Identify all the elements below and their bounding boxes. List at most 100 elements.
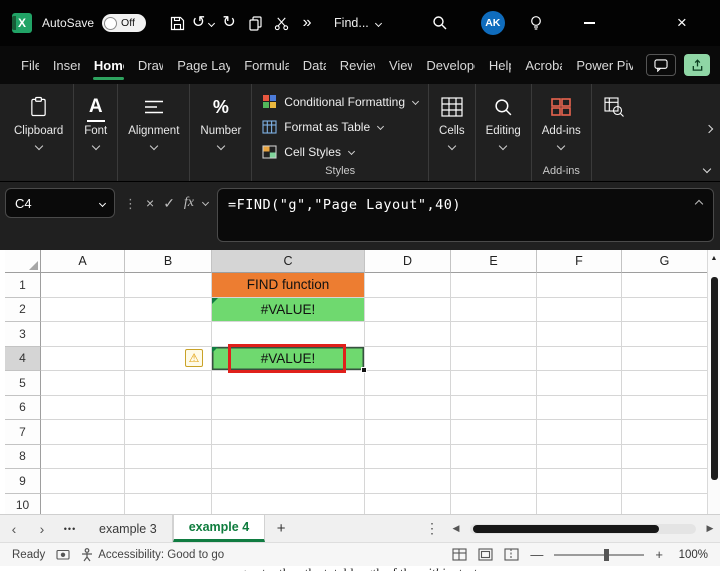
new-sheet-button[interactable]: + [265,515,297,542]
formula-input[interactable]: =FIND("g","Page Layout",40) [217,188,714,242]
close-button[interactable]: × [669,8,695,38]
cell-C4[interactable]: #VALUE! [212,343,367,373]
scroll-up-icon[interactable]: ▲ [711,255,718,262]
account-avatar[interactable]: AK [480,11,505,35]
cell-E4[interactable] [451,346,537,371]
row-header-1[interactable]: 1 [5,273,41,298]
cell-B7[interactable] [125,420,212,445]
tell-me-button[interactable] [523,8,549,38]
ribbon-group-cells[interactable]: Cells [429,84,476,181]
row-header-7[interactable]: 7 [5,420,41,445]
share-button[interactable] [684,54,710,76]
horizontal-scrollbar[interactable] [470,523,696,534]
fill-handle[interactable] [361,367,367,373]
row-header-5[interactable]: 5 [5,371,41,396]
cut-button[interactable] [268,8,294,38]
cell-F6[interactable] [537,395,622,420]
zoom-out-button[interactable]: — [530,547,543,562]
cell-E6[interactable] [451,395,537,420]
menu-tab-data[interactable]: Data [302,49,326,82]
cell-A8[interactable] [41,444,125,469]
zoom-slider-thumb[interactable] [603,548,609,561]
macro-record-button[interactable] [56,548,70,561]
cell-E1[interactable] [451,273,537,298]
undo-button[interactable]: ↺ [190,8,216,38]
menu-tab-page-layout[interactable]: Page Layout [176,49,230,82]
cell-F8[interactable] [537,444,622,469]
cell-D6[interactable] [365,395,451,420]
error-warning-icon[interactable]: ⚠ [185,349,203,368]
cell-D4[interactable] [365,346,451,371]
cell-D10[interactable] [365,493,451,514]
insert-function-button[interactable]: fx [184,195,194,211]
autosave-toggle[interactable]: Off [102,14,147,32]
cell-C3[interactable] [212,322,365,347]
cell-B5[interactable] [125,371,212,396]
cell-F4[interactable] [537,346,622,371]
cell-E7[interactable] [451,420,537,445]
accessibility-status[interactable]: Accessibility: Good to go [81,547,224,562]
column-header-B[interactable]: B [125,250,212,273]
cell-B3[interactable] [125,322,212,347]
cell-G2[interactable] [622,297,708,322]
cell-C2[interactable]: #VALUE! [212,297,365,322]
cell-A10[interactable] [41,493,125,514]
zoom-level[interactable]: 100% [674,549,708,561]
cell-B6[interactable] [125,395,212,420]
cell-A4[interactable] [41,346,125,371]
all-sheets-button[interactable]: ••• [56,515,84,542]
cell-E2[interactable] [451,297,537,322]
cell-E10[interactable] [451,493,537,514]
cell-D9[interactable] [365,469,451,494]
cell-C10[interactable] [212,493,365,514]
column-header-F[interactable]: F [537,250,622,273]
column-header-D[interactable]: D [365,250,451,273]
cell-C1[interactable]: FIND function [212,273,365,298]
cell-A2[interactable] [41,297,125,322]
menu-tab-acrobat[interactable]: Acrobat [524,49,562,82]
comments-button[interactable] [646,54,676,76]
cell-E5[interactable] [451,371,537,396]
ribbon-group-analyze[interactable] [592,84,636,181]
menu-tab-file[interactable]: File [20,49,39,82]
formula-bar-splitter[interactable]: ⋮ [124,196,137,212]
sheet-nav-next[interactable]: › [28,515,56,542]
row-header-4[interactable]: 4 [5,346,41,371]
name-box[interactable]: C4 [5,188,115,218]
cell-F7[interactable] [537,420,622,445]
ribbon-group-editing[interactable]: Editing [476,84,532,181]
cell-G6[interactable] [622,395,708,420]
cell-B10[interactable] [125,493,212,514]
enter-button[interactable]: ✓ [163,195,175,212]
ribbon-group-number[interactable]: % Number [190,84,253,181]
cell-B1[interactable] [125,273,212,298]
cell-G8[interactable] [622,444,708,469]
cell-D8[interactable] [365,444,451,469]
find-dropdown[interactable]: Find... [334,16,382,30]
cell-D3[interactable] [365,322,451,347]
row-header-6[interactable]: 6 [5,395,41,420]
cell-G9[interactable] [622,469,708,494]
cell-A9[interactable] [41,469,125,494]
row-header-10[interactable]: 10 [5,493,41,514]
cell-F3[interactable] [537,322,622,347]
cell-F1[interactable] [537,273,622,298]
row-header-9[interactable]: 9 [5,469,41,494]
menu-tab-help[interactable]: Help [488,49,511,82]
menu-tab-home[interactable]: Home [92,49,124,82]
row-header-8[interactable]: 8 [5,444,41,469]
menu-tab-view[interactable]: View [388,49,412,82]
vertical-scrollbar-thumb[interactable] [710,277,718,480]
column-header-A[interactable]: A [41,250,125,273]
cell-F9[interactable] [537,469,622,494]
cell-C6[interactable] [212,395,365,420]
menu-tab-developer[interactable]: Developer [425,49,475,82]
cell-G5[interactable] [622,371,708,396]
row-header-3[interactable]: 3 [5,322,41,347]
horizontal-scrollbar-thumb[interactable] [473,524,659,533]
cell-A7[interactable] [41,420,125,445]
excel-logo-icon[interactable]: X [12,13,32,33]
row-header-2[interactable]: 2 [5,297,41,322]
cell-F5[interactable] [537,371,622,396]
format-as-table-button[interactable]: Format as Table [262,114,385,139]
